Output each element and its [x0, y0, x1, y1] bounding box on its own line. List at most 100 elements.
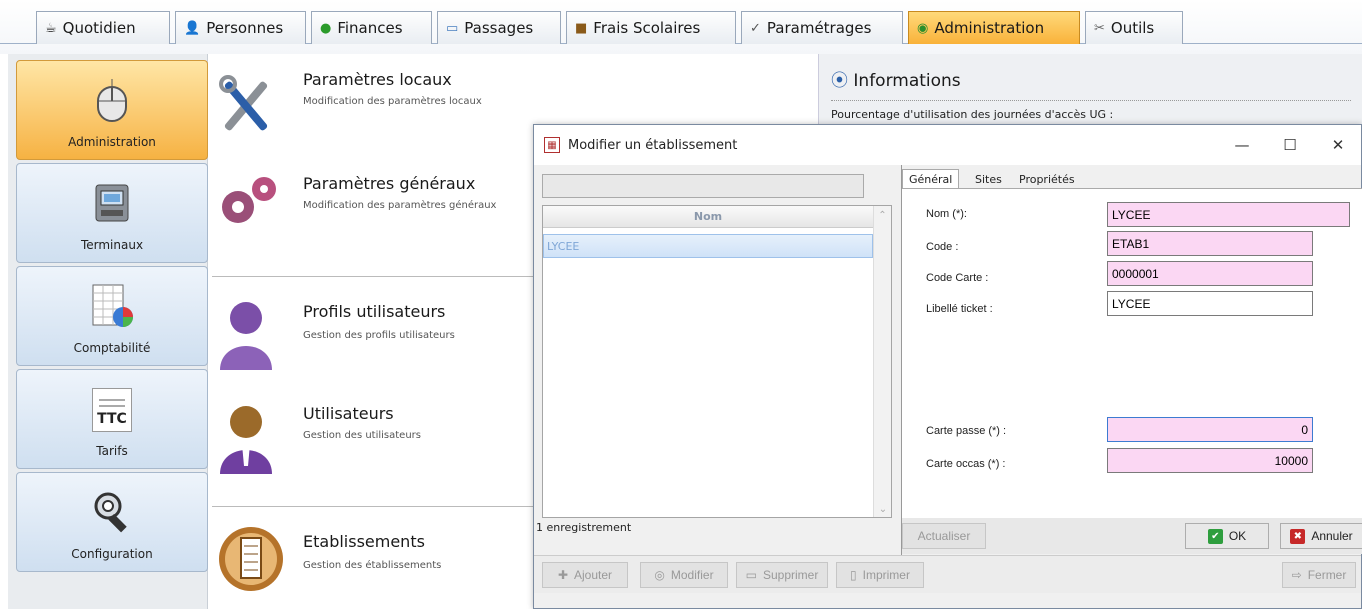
- scroll-down-icon[interactable]: ⌄: [874, 504, 892, 515]
- carte-passe-field[interactable]: [1107, 417, 1313, 442]
- sidebar-item-label: Tarifs: [96, 444, 128, 458]
- code-field[interactable]: [1107, 231, 1313, 256]
- mouse-icon: [89, 77, 135, 123]
- actualiser-label: Actualiser: [917, 529, 971, 543]
- imprimer-label: Imprimer: [862, 568, 910, 582]
- tools-icon: ✂: [1094, 20, 1105, 36]
- tab-administration[interactable]: ◉ Administration: [908, 11, 1080, 44]
- scroll-up-icon[interactable]: ⌃: [874, 210, 891, 221]
- tab-proprietes[interactable]: Propriétés: [1012, 169, 1082, 189]
- code-carte-label: Code Carte :: [926, 272, 989, 284]
- tab-passages[interactable]: ▭ Passages: [437, 11, 561, 44]
- dialog-footer-toolbar: ✚ Ajouter ◎ Modifier ▭ Supprimer ▯ Impri…: [534, 555, 1361, 593]
- tab-quotidien[interactable]: ☕ Quotidien: [36, 11, 170, 44]
- tab-label: Finances: [337, 19, 403, 37]
- grid-column-header[interactable]: Nom: [543, 206, 873, 228]
- supprimer-button[interactable]: ▭ Supprimer: [736, 562, 828, 588]
- check-icon: ✓: [750, 20, 761, 36]
- grid-scrollbar[interactable]: ⌃ ⌄: [873, 206, 891, 517]
- general-form: Nom (*): Code : Code Carte : Libellé tic…: [902, 188, 1362, 518]
- modifier-label: Modifier: [670, 568, 714, 582]
- left-sidebar: Administration Terminaux Comptabilité TT…: [8, 54, 208, 609]
- dialog-app-icon: ▦: [544, 137, 560, 153]
- item-title: Paramètres généraux: [303, 174, 476, 193]
- carte-occas-field[interactable]: [1107, 448, 1313, 473]
- ok-button[interactable]: ✔ OK: [1185, 523, 1269, 549]
- item-subtitle: Modification des paramètres locaux: [303, 96, 482, 107]
- divider: [212, 276, 542, 277]
- imprimer-button[interactable]: ▯ Imprimer: [836, 562, 924, 588]
- minimize-icon: —: [1234, 136, 1250, 154]
- sidebar-item-label: Terminaux: [80, 238, 144, 252]
- tab-outils[interactable]: ✂ Outils: [1085, 11, 1183, 44]
- libelle-ticket-label: Libellé ticket :: [926, 303, 993, 315]
- tab-finances[interactable]: ● Finances: [311, 11, 432, 44]
- cancel-x-icon: ✖: [1290, 528, 1306, 544]
- ttc-icon: TTC: [92, 388, 132, 432]
- user-icon: [216, 402, 286, 474]
- modifier-button[interactable]: ◎ Modifier: [640, 562, 728, 588]
- info-subtitle: Pourcentage d'utilisation des journées d…: [831, 108, 1114, 121]
- supprimer-label: Supprimer: [762, 568, 819, 582]
- annuler-button[interactable]: ✖ Annuler: [1280, 523, 1362, 549]
- mug-icon: ☕: [45, 20, 57, 36]
- maximize-icon: ☐: [1283, 136, 1297, 154]
- sidebar-item-terminaux[interactable]: Terminaux: [16, 163, 208, 263]
- dialog-titlebar: ▦ Modifier un établissement — ☐ ✕: [534, 125, 1361, 165]
- search-input[interactable]: [542, 174, 864, 198]
- libelle-ticket-field[interactable]: [1107, 291, 1313, 316]
- fermer-button[interactable]: ⇨ Fermer: [1282, 562, 1356, 588]
- item-subtitle: Gestion des profils utilisateurs: [303, 330, 455, 341]
- item-subtitle: Gestion des utilisateurs: [303, 430, 421, 441]
- tab-frais-scolaires[interactable]: ■ Frais Scolaires: [566, 11, 736, 44]
- code-label: Code :: [926, 241, 959, 253]
- wrench-icon: [89, 489, 135, 535]
- sidebar-item-administration[interactable]: Administration: [16, 60, 208, 160]
- gears-icon: [216, 169, 286, 239]
- card-icon: ▭: [446, 20, 459, 36]
- item-subtitle: Modification des paramètres généraux: [303, 200, 497, 211]
- building-icon: [216, 524, 286, 594]
- person-icon: 👤: [184, 20, 201, 36]
- sidebar-item-comptabilite[interactable]: Comptabilité: [16, 266, 208, 366]
- tab-label: Personnes: [206, 19, 284, 37]
- sidebar-item-label: Administration: [68, 135, 156, 149]
- carte-occas-label: Carte occas (*) :: [926, 458, 1006, 470]
- tab-label: Outils: [1110, 19, 1155, 37]
- carte-passe-label: Carte passe (*) :: [926, 425, 1007, 437]
- form-button-bar: Actualiser ✔ OK ✖ Annuler: [902, 518, 1362, 554]
- tab-sites[interactable]: Sites: [968, 169, 1009, 189]
- sidebar-item-label: Comptabilité: [73, 341, 151, 355]
- tools-icon: [216, 72, 286, 142]
- info-icon: ⦿: [831, 71, 848, 91]
- establishment-grid[interactable]: Nom LYCEE ⌃ ⌄: [542, 205, 892, 518]
- record-count: 1 enregistrement: [536, 521, 632, 534]
- nom-field[interactable]: [1107, 202, 1350, 227]
- item-title: Paramètres locaux: [303, 70, 452, 89]
- divider: [212, 506, 542, 507]
- actualiser-button[interactable]: Actualiser: [902, 523, 986, 549]
- close-button[interactable]: ✕: [1315, 125, 1361, 165]
- table-row[interactable]: LYCEE: [543, 234, 873, 258]
- maximize-button[interactable]: ☐: [1267, 125, 1313, 165]
- dialog-title: Modifier un établissement: [568, 137, 738, 153]
- sidebar-item-tarifs[interactable]: TTC Tarifs: [16, 369, 208, 469]
- ajouter-button[interactable]: ✚ Ajouter: [542, 562, 628, 588]
- tab-label: Paramétrages: [766, 19, 872, 37]
- tab-parametrages[interactable]: ✓ Paramétrages: [741, 11, 903, 44]
- tab-label: Quotidien: [62, 19, 136, 37]
- sidebar-item-configuration[interactable]: Configuration: [16, 472, 208, 572]
- sidebar-item-label: Configuration: [71, 547, 153, 561]
- gear-icon: ◉: [917, 20, 929, 36]
- tab-personnes[interactable]: 👤 Personnes: [175, 11, 306, 44]
- ajouter-label: Ajouter: [574, 568, 613, 582]
- close-icon: ✕: [1331, 136, 1345, 154]
- annuler-label: Annuler: [1311, 529, 1353, 543]
- code-carte-field[interactable]: [1107, 261, 1313, 286]
- minimize-button[interactable]: —: [1219, 125, 1265, 165]
- tab-general[interactable]: Général: [902, 169, 960, 189]
- briefcase-icon: ■: [575, 20, 588, 36]
- tab-label: Administration: [934, 19, 1045, 37]
- spreadsheet-chart-icon: [89, 283, 135, 329]
- fermer-label: Fermer: [1307, 568, 1347, 582]
